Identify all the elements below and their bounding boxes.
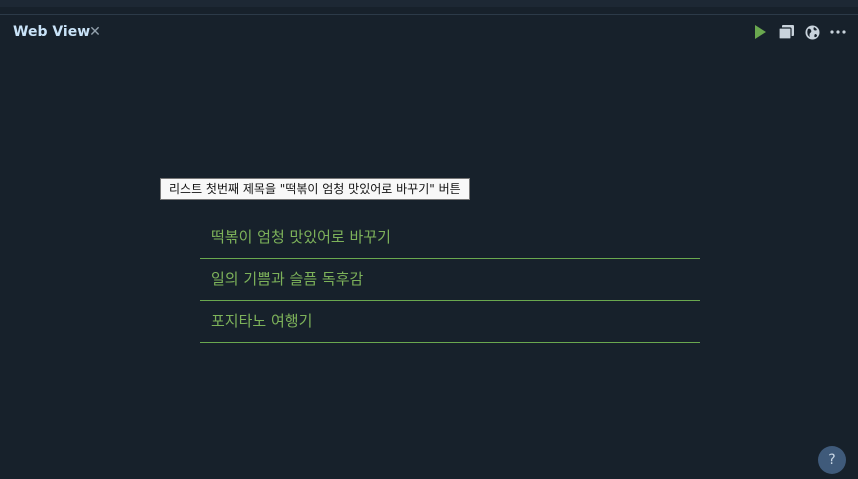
- help-button[interactable]: ?: [818, 446, 846, 474]
- list-item[interactable]: 포지타노 여행기: [200, 301, 700, 343]
- title-list: 떡볶이 엄청 맛있어로 바꾸기 일의 기쁨과 슬픔 독후감 포지타노 여행기: [200, 217, 700, 343]
- list-item[interactable]: 떡볶이 엄청 맛있어로 바꾸기: [200, 217, 700, 259]
- tab-title: Web View: [13, 24, 91, 40]
- play-icon[interactable]: [752, 23, 768, 41]
- change-title-button[interactable]: 리스트 첫번째 제목을 "떡볶이 엄청 맛있어로 바꾸기" 버튼: [160, 178, 470, 200]
- top-divider: [0, 14, 858, 15]
- list-item[interactable]: 일의 기쁨과 슬픔 독후감: [200, 259, 700, 301]
- web-view-panel: Web View ✕ 리스트 첫번째 제목을 "떡볶이 엄청 맛있어로 바꾸기"…: [0, 0, 858, 479]
- copy-icon[interactable]: [778, 23, 794, 41]
- toolbar: [752, 23, 846, 41]
- more-icon[interactable]: [830, 23, 846, 41]
- close-icon[interactable]: ✕: [88, 23, 102, 41]
- globe-icon[interactable]: [804, 23, 820, 41]
